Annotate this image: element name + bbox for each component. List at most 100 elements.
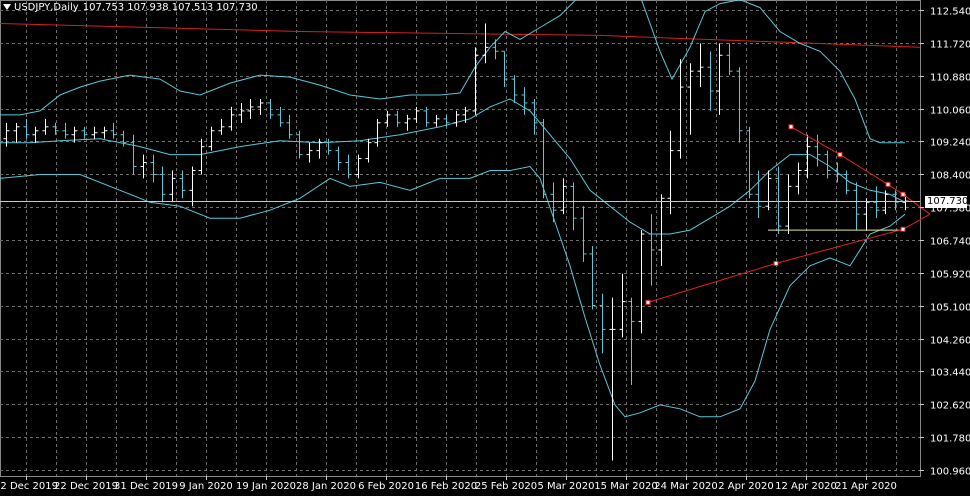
ohlc-bar [550, 182, 557, 223]
ohlc-bar [306, 142, 313, 163]
ohlc-bar [892, 190, 899, 211]
ohlc-bar [814, 134, 821, 167]
ohlc-bar [453, 110, 460, 127]
ohlc-bar [560, 178, 567, 215]
symbol-label: USDJPY,Daily [14, 2, 79, 13]
ohlc-bar [335, 146, 342, 171]
ohlc-bar [286, 114, 293, 139]
ohlc-bar [433, 114, 440, 127]
ohlc-bar [384, 110, 391, 127]
ohlc-bar [746, 126, 753, 199]
trendline-anchor [885, 181, 891, 187]
ohlc-bar [247, 98, 254, 119]
trendline-anchor [900, 191, 906, 197]
ohlc-bar [648, 214, 655, 286]
ohlc-bar [228, 106, 235, 131]
trendline-anchor [645, 299, 651, 305]
trendlines [0, 124, 931, 305]
x-tick-label: 31 Dec 2019 [114, 481, 178, 492]
ohlc-bar [198, 138, 205, 175]
ohlc-bar [521, 87, 528, 115]
y-tick-label: 102.620 [930, 401, 970, 412]
y-tick-label: 105.100 [930, 303, 970, 314]
ohlc-bar [697, 43, 704, 88]
ohlc-bar [589, 245, 596, 310]
y-tick-label: 103.440 [930, 368, 970, 379]
chart-grid [0, 0, 921, 477]
ohlc-bar [365, 138, 372, 163]
ohlc-bar [638, 230, 645, 334]
ohlc-bar [785, 174, 792, 235]
x-tick-label: 24 Mar 2020 [654, 481, 717, 492]
ohlc-bar [208, 126, 215, 151]
trendline-anchor [773, 260, 779, 266]
ohlc-bar [189, 166, 196, 207]
y-tick-label: 110.880 [930, 73, 970, 84]
ohlc-bar [404, 114, 411, 131]
price-chart[interactable]: 112.540 111.720 110.880 110.060 109.240 108.4… [0, 0, 970, 496]
ohlc-bar [472, 47, 479, 115]
ohlc-bar [677, 59, 684, 159]
x-tick-label: 19 Jan 2020 [236, 481, 296, 492]
ohlc-bar [716, 43, 723, 115]
x-tick-label: 16 Feb 2020 [415, 481, 477, 492]
ohlc-bar [492, 39, 499, 60]
y-tick-label: 106.740 [930, 237, 970, 248]
dropdown-triangle-icon[interactable] [3, 4, 11, 10]
x-tick-label: 9 Jan 2020 [179, 481, 233, 492]
x-tick-label: 12 Dec 2019 [0, 481, 58, 492]
ohlc-bar [540, 118, 547, 199]
ohlc-bar [257, 98, 264, 115]
ohlc-bar [32, 126, 39, 143]
ohlc-bar [374, 118, 381, 147]
x-tick-label: 2 Apr 2020 [718, 481, 773, 492]
ohlc-bar [218, 118, 225, 135]
trendline-anchor [900, 226, 906, 232]
trendline-anchor [837, 152, 843, 158]
y-tick-label: 111.720 [930, 40, 970, 51]
ohlc-bar [91, 126, 98, 139]
ohlc-bar [169, 170, 176, 203]
ohlc-bar [726, 43, 733, 76]
ohlc-bar [394, 110, 401, 127]
y-tick-label: 112.540 [930, 7, 970, 18]
ohlc-bar [345, 154, 352, 179]
x-tick-label: 28 Jan 2020 [296, 481, 356, 492]
ohlc-bar [863, 198, 870, 231]
chart-header: USDJPY,Daily 107.753 107.938 107.513 107.… [3, 2, 258, 13]
y-tick-label: 104.260 [930, 336, 970, 347]
ohlc-bar [511, 75, 518, 103]
ohlc-bar [765, 170, 772, 211]
bollinger-lower [0, 165, 906, 418]
y-tick-label: 100.960 [930, 467, 970, 478]
ohlc-bar [150, 154, 157, 183]
ohlc-bar [687, 63, 694, 135]
x-tick-label: 21 Apr 2020 [835, 481, 897, 492]
ohlc-bar [570, 182, 577, 231]
bollinger-upper [0, 0, 905, 144]
y-tick-label: 109.240 [930, 138, 970, 149]
ohlc-bar [42, 118, 49, 135]
ohlc-bar [736, 67, 743, 143]
ohlc-bar [110, 122, 117, 139]
ohlc-bar [795, 162, 802, 195]
ohlc-bar [628, 297, 635, 385]
trendline-anchor [788, 124, 794, 130]
ohlc-bar [120, 130, 127, 147]
price-axis: 112.540 111.720 110.880 110.060 109.240 108.4… [920, 7, 970, 478]
ohlc-bar [580, 206, 587, 262]
ohlc-bar [609, 297, 616, 461]
time-axis: 12 Dec 201922 Dec 201931 Dec 2019 9 Jan 2… [0, 476, 897, 492]
ohlc-bar [316, 138, 323, 159]
ohlc-bar [707, 51, 714, 111]
x-tick-label: 25 Feb 2020 [475, 481, 537, 492]
ohlc-bar [267, 98, 274, 119]
y-tick-label: 108.400 [930, 171, 970, 182]
x-tick-label: 15 Mar 2020 [594, 481, 657, 492]
ohlc-bar [755, 170, 762, 219]
x-tick-label: 6 Feb 2020 [358, 481, 414, 492]
ohlc-bar [882, 190, 889, 215]
x-tick-label: 12 Apr 2020 [775, 481, 837, 492]
ohlc-bar [13, 122, 20, 143]
bollinger-bands [0, 0, 906, 418]
